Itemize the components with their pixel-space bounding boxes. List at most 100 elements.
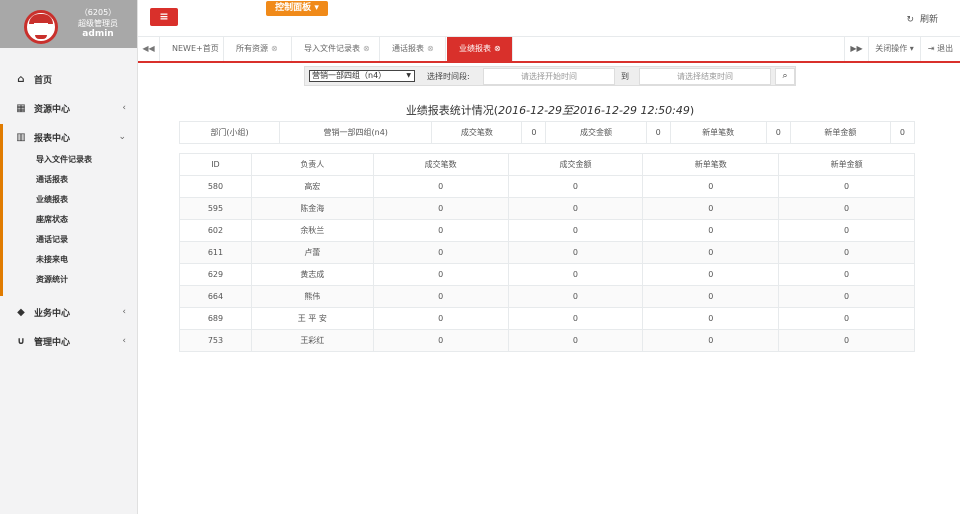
table-row[interactable]: 629 黄志成 0 0 0 0	[179, 263, 915, 286]
table-row[interactable]: 602 余秋兰 0 0 0 0	[179, 219, 915, 242]
caret-down-icon: ▾	[909, 44, 914, 53]
sidebar-sub-resource-stats[interactable]: 资源统计	[36, 272, 68, 288]
control-panel-button[interactable]: 控制面板 ▾	[266, 1, 328, 16]
table-header-row: ID 负责人 成交笔数 成交金额 新单笔数 新单金额	[179, 153, 915, 176]
table-cell: 0	[507, 307, 644, 330]
profile-username[interactable]: admin	[68, 29, 128, 40]
table-cell: 602	[179, 219, 252, 242]
column-header[interactable]: 新单笔数	[642, 153, 780, 176]
table-row[interactable]: 595 陈金海 0 0 0 0	[179, 197, 915, 220]
column-header[interactable]: 成交笔数	[372, 153, 509, 176]
department-select[interactable]: 营销一部四组（n4） ▼	[309, 70, 415, 82]
summary-cell: 部门(小组)	[178, 121, 281, 144]
refresh-icon: ↻	[906, 15, 914, 25]
tabs-bar: ◀◀ NEWE+首页 所有资源 ⊗ 导入文件记录表 ⊗ 通话报表 ⊗ 业绩报表 ⊗ ▶▶…	[138, 37, 960, 63]
sidebar-item-home[interactable]: ⌂ 首页	[0, 66, 138, 92]
table-cell: 0	[778, 241, 915, 264]
chevron-left-icon: ‹	[122, 336, 126, 346]
table-cell: 0	[778, 175, 915, 198]
refresh-button[interactable]: ↻ 刷新	[906, 12, 938, 25]
tab-import-log[interactable]: 导入文件记录表 ⊗	[292, 37, 380, 61]
column-header[interactable]: 负责人	[250, 153, 374, 176]
chevron-left-icon: ‹	[122, 307, 126, 317]
summary-cell: 0	[521, 121, 547, 144]
hamburger-icon: ≡	[159, 10, 169, 23]
table-cell: 664	[179, 285, 252, 308]
avatar[interactable]	[24, 10, 58, 44]
close-icon[interactable]: ⊗	[363, 44, 370, 53]
table-cell: 753	[179, 329, 252, 352]
caret-down-icon: ▾	[314, 3, 319, 13]
close-icon[interactable]: ⊗	[427, 44, 434, 53]
table-cell: 卢蕾	[250, 241, 374, 264]
search-button[interactable]: ⌕	[775, 68, 795, 85]
sidebar-item-reports[interactable]: ▥ 报表中心 ⌄	[0, 124, 138, 150]
table-cell: 0	[507, 241, 644, 264]
home-icon: ⌂	[17, 73, 25, 85]
column-header[interactable]: 新单金额	[778, 153, 915, 176]
sidebar-sub-seat-status[interactable]: 座席状态	[36, 212, 68, 228]
table-cell: 黄志成	[250, 263, 374, 286]
table-cell: 余秋兰	[250, 219, 374, 242]
profile-extension: （6205）	[79, 8, 117, 17]
table-cell: 0	[778, 219, 915, 242]
table-cell: 0	[372, 307, 509, 330]
caret-down-icon: ▼	[406, 72, 411, 79]
table-cell: 629	[179, 263, 252, 286]
tabs-scroll-left-button[interactable]: ◀◀	[138, 37, 160, 61]
sidebar-sub-call-report[interactable]: 通话报表	[36, 172, 68, 188]
sidebar-sub-import-log[interactable]: 导入文件记录表	[36, 152, 92, 168]
tab-call-report[interactable]: 通话报表 ⊗	[380, 37, 446, 61]
logout-button[interactable]: ⇥ 退出	[920, 37, 960, 61]
summary-cell: 成交金额	[545, 121, 647, 144]
table-cell: 0	[372, 175, 509, 198]
table-row[interactable]: 580 高宏 0 0 0 0	[179, 175, 915, 198]
search-bar: 营销一部四组（n4） ▼ 选择时间段: 请选择开始时间 到 请选择结束时间 ⌕	[304, 66, 796, 86]
table-cell: 0	[372, 197, 509, 220]
table-cell: 0	[778, 307, 915, 330]
logout-icon: ⇥	[927, 44, 935, 53]
summary-cell: 新单金额	[789, 121, 891, 144]
table-cell: 0	[507, 285, 644, 308]
table-cell: 689	[179, 307, 252, 330]
close-icon[interactable]: ⊗	[494, 44, 501, 53]
double-left-icon: ◀◀	[142, 44, 155, 53]
performance-table: ID 负责人 成交笔数 成交金额 新单笔数 新单金额 580 高宏 0 0 0 0 595 陈…	[179, 153, 915, 352]
tabs-scroll-right-button[interactable]: ▶▶	[844, 37, 868, 61]
time-range-label: 选择时间段:	[427, 72, 470, 81]
table-cell: 0	[642, 329, 780, 352]
sidebar-sub-call-records[interactable]: 通话记录	[36, 232, 68, 248]
table-cell: 0	[372, 219, 509, 242]
summary-cell: 新单笔数	[669, 121, 767, 144]
table-row[interactable]: 689 王 平 安0000	[179, 307, 915, 330]
sidebar-item-resources[interactable]: ▦ 资源中心 ‹	[0, 95, 138, 121]
table-row[interactable]: 611 卢蕾 0 0 0 0	[179, 241, 915, 264]
end-time-input[interactable]: 请选择结束时间	[639, 68, 771, 85]
sidebar-sub-missed-calls[interactable]: 未接来电	[36, 252, 68, 268]
bar-chart-icon: ▥	[16, 131, 26, 143]
sidebar-item-management[interactable]: ∪ 管理中心 ‹	[0, 328, 138, 354]
table-row[interactable]: 664 熊伟 0 0 0 0	[179, 285, 915, 308]
tab-all-resources[interactable]: 所有资源 ⊗	[224, 37, 292, 61]
chevron-left-icon: ‹	[122, 103, 126, 113]
table-cell: 陈金海	[250, 197, 374, 220]
table-cell: 611	[179, 241, 252, 264]
table-cell: 熊伟	[250, 285, 374, 308]
sidebar-sub-performance-report[interactable]: 业绩报表	[36, 192, 68, 208]
to-label: 到	[621, 72, 629, 81]
table-cell: 0	[372, 263, 509, 286]
tab-home[interactable]: NEWE+首页	[160, 37, 224, 61]
close-operations-dropdown[interactable]: 关闭操作 ▾	[868, 37, 920, 61]
sidebar-item-business[interactable]: ◆ 业务中心 ‹	[0, 299, 138, 325]
close-icon[interactable]: ⊗	[271, 44, 278, 53]
profile-panel: （6205） 超级管理员 admin	[0, 0, 137, 48]
column-header[interactable]: ID	[179, 153, 252, 176]
table-row[interactable]: 753 王彩红 0 0 0 0	[179, 329, 915, 352]
table-cell: 0	[642, 219, 780, 242]
table-cell: 0	[372, 285, 509, 308]
tab-performance-report[interactable]: 业绩报表 ⊗	[447, 37, 513, 61]
start-time-input[interactable]: 请选择开始时间	[483, 68, 615, 85]
table-cell: 0	[507, 175, 644, 198]
menu-toggle-button[interactable]: ≡	[150, 8, 178, 26]
column-header[interactable]: 成交金额	[507, 153, 644, 176]
